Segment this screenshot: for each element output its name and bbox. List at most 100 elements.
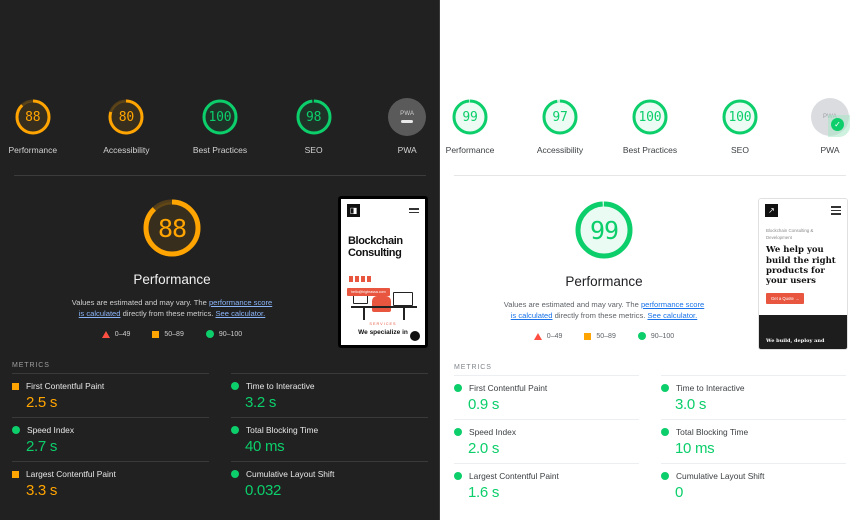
metrics-header: METRICS: [454, 364, 492, 371]
legend-label: 90–100: [218, 330, 243, 338]
gauge-ring: 98: [295, 98, 333, 136]
metric-rating-pass-icon: [661, 384, 669, 392]
metric-value: 40 ms: [245, 438, 285, 455]
metric-item[interactable]: Cumulative Layout Shift 0: [661, 463, 846, 507]
category-gauge-label: PWA: [397, 145, 417, 155]
metric-value: 0: [675, 484, 684, 501]
desc-text-1: Values are estimated and may vary. The: [503, 300, 641, 309]
metrics-grid-left: First Contentful Paint 2.5 s Time to Inter…: [12, 373, 428, 505]
hamburger-menu-icon: [831, 206, 841, 215]
see-calculator-link[interactable]: See calculator.: [215, 309, 265, 318]
metric-item[interactable]: First Contentful Paint 0.9 s: [454, 375, 639, 419]
category-gauge-label: Best Practices: [622, 145, 678, 155]
summary-row-left: 88 Performance Values are estimated and …: [0, 176, 440, 348]
category-gauge-label: SEO: [304, 145, 323, 155]
see-calculator-link[interactable]: See calculator.: [647, 311, 697, 320]
metric-name: Cumulative Layout Shift: [676, 471, 765, 481]
legend-label: 50–89: [596, 332, 616, 340]
summary-row-right: 99 Performance Values are estimated and …: [440, 176, 860, 350]
score-description: Values are estimated and may vary. The p…: [500, 299, 708, 321]
metric-name: Time to Interactive: [246, 381, 315, 391]
legend-item-square: 50–89: [584, 332, 616, 340]
category-gauge-strip-right: 99 Performance 97 Accessibility 100 Best Prac…: [440, 0, 860, 155]
metric-item[interactable]: Time to Interactive 3.2 s: [231, 373, 428, 417]
metric-rating-average-icon: [12, 382, 19, 390]
metric-name: Cumulative Layout Shift: [246, 469, 335, 479]
metric-rating-pass-icon: [231, 470, 239, 478]
metric-item[interactable]: First Contentful Paint 2.5 s: [12, 373, 209, 417]
page-title: Performance: [133, 272, 211, 287]
category-gauge-pwa[interactable]: PWA PWA: [374, 98, 440, 155]
desc-text-1: Values are estimated and may vary. The: [71, 298, 209, 307]
desc-text-2: directly from these metrics.: [552, 311, 648, 320]
metric-rating-pass-icon: [454, 384, 462, 392]
category-gauge-label: Best Practices: [192, 145, 248, 155]
category-gauge-label: Accessibility: [536, 145, 584, 155]
category-gauge-best-practices[interactable]: 100 Best Practices: [187, 98, 253, 155]
category-gauge-accessibility[interactable]: 97 Accessibility: [530, 98, 590, 155]
metrics-grid-right: First Contentful Paint 0.9 s Time to Inter…: [454, 375, 846, 507]
metric-item[interactable]: Speed Index 2.0 s: [454, 419, 639, 463]
metric-value: 2.0 s: [468, 440, 500, 457]
legend-label: 50–89: [164, 330, 184, 338]
legend-label: 0–49: [114, 330, 131, 338]
screenshot-services-label: SERVICES: [369, 321, 397, 326]
metrics-section-right: METRICS First Contentful Paint 0.9 s Time …: [440, 364, 860, 507]
site-logo-icon: ◨: [347, 204, 360, 217]
metric-item[interactable]: Cumulative Layout Shift 0.032: [231, 461, 428, 505]
category-gauge-score: 98: [305, 109, 322, 125]
legend-item-circle: 90–100: [205, 330, 243, 338]
screenshot-cta-button: Get a Quote →: [766, 292, 805, 304]
metric-name: First Contentful Paint: [26, 381, 105, 391]
screenshot-footer-text: We build, deploy and: [759, 315, 847, 349]
metric-item[interactable]: Time to Interactive 3.0 s: [661, 375, 846, 419]
metric-value: 3.0 s: [675, 396, 707, 413]
metric-value: 3.2 s: [245, 394, 277, 411]
pwa-badge[interactable]: PWA: [388, 98, 427, 136]
metric-item[interactable]: Total Blocking Time 10 ms: [661, 419, 846, 463]
legend-item-circle: 90–100: [637, 332, 674, 340]
legend-square-icon: [584, 332, 592, 340]
pwa-badge[interactable]: PWA✓: [811, 98, 850, 137]
legend-label: 0–49: [546, 332, 563, 340]
category-gauge-label: SEO: [731, 145, 749, 155]
page-screenshot-thumbnail-left[interactable]: ◨ Blockchain Consulting hello@bigbrassa.…: [338, 196, 428, 348]
category-gauge-strip-left: 88 Performance 80 Accessibility 100 Best Prac…: [0, 0, 440, 155]
legend-item-square: 50–89: [152, 330, 184, 338]
category-gauge-seo[interactable]: 98 SEO: [281, 98, 347, 155]
metrics-section-left: METRICS First Contentful Paint 2.5 s Time …: [0, 362, 440, 505]
metric-name: Largest Contentful Paint: [26, 469, 116, 479]
score-legend-right: 0–49 50–89 90–100: [533, 332, 674, 340]
page-screenshot-thumbnail-right[interactable]: ↗ Blockchain Consulting & Development We…: [758, 198, 848, 350]
gauge-ring: 100: [201, 98, 239, 136]
metric-name: Speed Index: [27, 425, 75, 435]
category-gauge-performance[interactable]: 88 Performance: [0, 98, 66, 155]
metric-value: 3.3 s: [26, 482, 58, 499]
category-gauge-best-practices[interactable]: 100 Best Practices: [620, 98, 680, 155]
legend-circle-icon: [637, 332, 646, 340]
metric-item[interactable]: Total Blocking Time 40 ms: [231, 417, 428, 461]
performance-score-value: 99: [589, 215, 619, 245]
gauge-ring: 88: [14, 98, 52, 136]
lighthouse-report-light: 99 Performance 97 Accessibility 100 Best Prac…: [440, 0, 860, 520]
metric-value: 2.7 s: [26, 438, 58, 455]
performance-gauge-large-right: 99: [572, 198, 636, 262]
category-gauge-score: 99: [462, 109, 478, 125]
legend-square-icon: [152, 330, 160, 338]
category-gauge-seo[interactable]: 100 SEO: [710, 98, 770, 155]
screenshot-heading: We help you build the right products for…: [766, 245, 836, 287]
metric-name: First Contentful Paint: [469, 383, 548, 393]
metric-item[interactable]: Largest Contentful Paint 3.3 s: [12, 461, 209, 505]
gauge-ring: 99: [451, 98, 489, 136]
pwa-badge-label: PWA: [400, 111, 415, 117]
category-gauge-accessibility[interactable]: 80 Accessibility: [94, 98, 160, 155]
category-gauge-performance[interactable]: 99 Performance: [440, 98, 500, 155]
legend-circle-icon: [205, 330, 214, 338]
metric-value: 10 ms: [675, 440, 715, 457]
metric-item[interactable]: Largest Contentful Paint 1.6 s: [454, 463, 639, 507]
metric-rating-pass-icon: [231, 426, 239, 434]
metric-rating-pass-icon: [231, 382, 239, 390]
metric-item[interactable]: Speed Index 2.7 s: [12, 417, 209, 461]
performance-score-value: 88: [157, 213, 187, 243]
category-gauge-pwa[interactable]: PWA✓ PWA: [800, 98, 860, 155]
